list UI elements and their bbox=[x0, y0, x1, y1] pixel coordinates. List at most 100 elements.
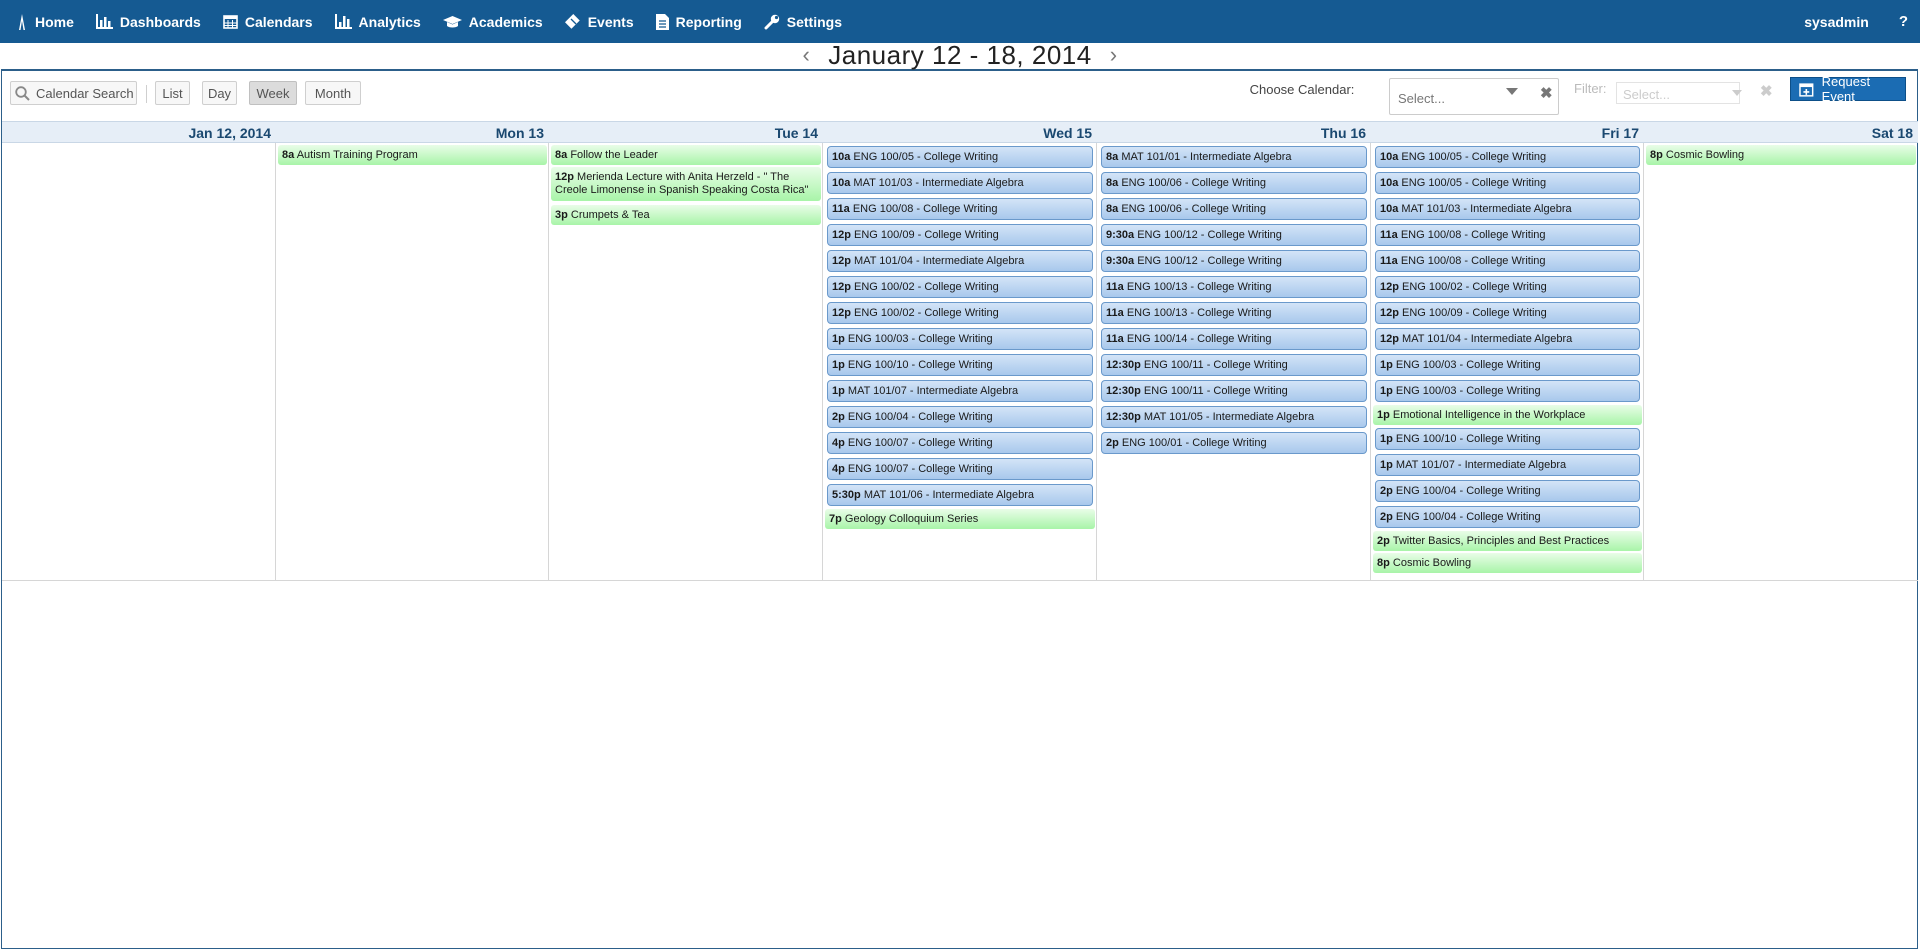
help-icon[interactable]: ? bbox=[1899, 13, 1908, 30]
day-header[interactable]: Tue 14 bbox=[549, 122, 823, 144]
calendar-event[interactable]: 12p ENG 100/09 - College Writing bbox=[1375, 302, 1640, 324]
calendar-event[interactable]: 4p ENG 100/07 - College Writing bbox=[827, 432, 1093, 454]
calendar-event[interactable]: 2p ENG 100/04 - College Writing bbox=[827, 406, 1093, 428]
document-icon bbox=[655, 13, 669, 30]
calendar-event[interactable]: 1p Emotional Intelligence in the Workpla… bbox=[1373, 405, 1642, 425]
week-calendar: Jan 12, 2014 Mon 13 Tue 14 Wed 15 Thu 16 Fri … bbox=[2, 121, 1918, 580]
calendar-event[interactable]: 8a Follow the Leader bbox=[551, 145, 821, 165]
view-list-button[interactable]: List bbox=[155, 81, 190, 105]
user-menu[interactable]: sysadmin bbox=[1804, 14, 1869, 30]
nav-events[interactable]: Events bbox=[554, 0, 645, 43]
calendar-event[interactable]: 1p ENG 100/03 - College Writing bbox=[1375, 354, 1640, 376]
nav-dashboards-label: Dashboards bbox=[119, 13, 201, 30]
event-time: 8p bbox=[1650, 149, 1663, 161]
calendar-event[interactable]: 1p ENG 100/03 - College Writing bbox=[1375, 380, 1640, 402]
event-title: ENG 100/07 - College Writing bbox=[847, 463, 993, 475]
filter-select[interactable]: Select... bbox=[1616, 82, 1742, 104]
event-time: 1p bbox=[1380, 359, 1393, 371]
calendar-event[interactable]: 12p MAT 101/04 - Intermediate Algebra bbox=[1375, 328, 1640, 350]
nav-analytics[interactable]: Analytics bbox=[324, 0, 432, 43]
calendar-event[interactable]: 12p ENG 100/09 - College Writing bbox=[827, 224, 1093, 246]
calendar-event[interactable]: 4p ENG 100/07 - College Writing bbox=[827, 458, 1093, 480]
calendar-event[interactable]: 8a ENG 100/06 - College Writing bbox=[1101, 172, 1367, 194]
calendar-event[interactable]: 11a ENG 100/14 - College Writing bbox=[1101, 328, 1367, 350]
nav-calendars-label: Calendars bbox=[244, 13, 313, 30]
calendar-event[interactable]: 11a ENG 100/08 - College Writing bbox=[1375, 224, 1640, 246]
calendar-event[interactable]: 11a ENG 100/13 - College Writing bbox=[1101, 276, 1367, 298]
calendar-event[interactable]: 10a MAT 101/03 - Intermediate Algebra bbox=[1375, 198, 1640, 220]
calendar-event[interactable]: 12p ENG 100/02 - College Writing bbox=[827, 302, 1093, 324]
view-month-button[interactable]: Month bbox=[305, 81, 361, 105]
day-column[interactable]: 8a Follow the Leader 12p Merienda Lecture… bbox=[549, 143, 823, 580]
day-column[interactable]: 8a MAT 101/01 - Intermediate Algebra 8a E… bbox=[1097, 143, 1371, 580]
calendar-event[interactable]: 11a ENG 100/08 - College Writing bbox=[827, 198, 1093, 220]
calendar-event[interactable]: 1p ENG 100/10 - College Writing bbox=[827, 354, 1093, 376]
next-week-button[interactable]: › bbox=[1110, 42, 1118, 67]
calendar-event[interactable]: 1p ENG 100/10 - College Writing bbox=[1375, 428, 1640, 450]
calendar-plus-icon bbox=[1799, 82, 1814, 97]
calendar-event[interactable]: 12:30p ENG 100/11 - College Writing bbox=[1101, 354, 1367, 376]
day-header[interactable]: Wed 15 bbox=[823, 122, 1097, 144]
calendar-event[interactable]: 9:30a ENG 100/12 - College Writing bbox=[1101, 224, 1367, 246]
chevron-down-icon bbox=[1506, 88, 1518, 95]
calendar-event[interactable]: 9:30a ENG 100/12 - College Writing bbox=[1101, 250, 1367, 272]
nav-academics[interactable]: Academics bbox=[432, 0, 554, 43]
clear-filter-icon[interactable]: ✖ bbox=[1760, 82, 1773, 100]
day-header[interactable]: Jan 12, 2014 bbox=[2, 122, 276, 144]
graduation-cap-icon bbox=[442, 15, 462, 27]
clear-calendar-icon[interactable]: ✖ bbox=[1540, 84, 1553, 102]
nav-reporting[interactable]: Reporting bbox=[645, 0, 753, 43]
event-time: 8a bbox=[1106, 177, 1119, 189]
calendar-event[interactable]: 8a ENG 100/06 - College Writing bbox=[1101, 198, 1367, 220]
calendar-event[interactable]: 12p MAT 101/04 - Intermediate Algebra bbox=[827, 250, 1093, 272]
calendar-event[interactable]: 10a ENG 100/05 - College Writing bbox=[1375, 146, 1640, 168]
nav-calendars[interactable]: Calendars bbox=[212, 0, 324, 43]
calendar-event[interactable]: 8p Cosmic Bowling bbox=[1646, 145, 1916, 165]
day-header[interactable]: Mon 13 bbox=[276, 122, 549, 144]
event-title: MAT 101/07 - Intermediate Algebra bbox=[1395, 459, 1567, 471]
calendar-event[interactable]: 1p ENG 100/03 - College Writing bbox=[827, 328, 1093, 350]
calendar-event[interactable]: 1p MAT 101/07 - Intermediate Algebra bbox=[1375, 454, 1640, 476]
calendar-event[interactable]: 12p Merienda Lecture with Anita Herzeld … bbox=[551, 167, 821, 201]
calendar-event[interactable]: 10a ENG 100/05 - College Writing bbox=[827, 146, 1093, 168]
calendar-bottom-border bbox=[2, 580, 1918, 581]
view-day-button[interactable]: Day bbox=[202, 81, 237, 105]
calendar-event[interactable]: 12:30p ENG 100/11 - College Writing bbox=[1101, 380, 1367, 402]
calendar-event[interactable]: 2p ENG 100/04 - College Writing bbox=[1375, 506, 1640, 528]
calendar-event[interactable]: 11a ENG 100/13 - College Writing bbox=[1101, 302, 1367, 324]
day-column[interactable]: 8a Autism Training Program bbox=[276, 143, 549, 580]
nav-home[interactable]: Home bbox=[0, 0, 85, 43]
nav-settings[interactable]: Settings bbox=[753, 0, 853, 43]
calendar-event[interactable]: 3p Crumpets & Tea bbox=[551, 205, 821, 225]
calendar-event[interactable]: 7p Geology Colloquium Series bbox=[825, 509, 1095, 529]
calendar-event[interactable]: 10a ENG 100/05 - College Writing bbox=[1375, 172, 1640, 194]
calendar-search-button[interactable]: Calendar Search bbox=[10, 81, 137, 105]
day-header[interactable]: Fri 17 bbox=[1371, 122, 1644, 144]
prev-week-button[interactable]: ‹ bbox=[802, 42, 810, 67]
calendar-event[interactable]: 8a MAT 101/01 - Intermediate Algebra bbox=[1101, 146, 1367, 168]
event-time: 10a bbox=[1380, 177, 1399, 189]
nav-dashboards[interactable]: Dashboards bbox=[85, 0, 212, 43]
calendar-event[interactable]: 12:30p MAT 101/05 - Intermediate Algebra bbox=[1101, 406, 1367, 428]
calendar-event[interactable]: 2p Twitter Basics, Principles and Best P… bbox=[1373, 531, 1642, 551]
day-column[interactable]: 8p Cosmic Bowling bbox=[1644, 143, 1918, 580]
calendar-event[interactable]: 10a MAT 101/03 - Intermediate Algebra bbox=[827, 172, 1093, 194]
event-title: ENG 100/04 - College Writing bbox=[1395, 485, 1541, 497]
view-week-button[interactable]: Week bbox=[249, 81, 297, 105]
day-column[interactable]: 10a ENG 100/05 - College Writing 10a MAT … bbox=[823, 143, 1097, 580]
calendar-event[interactable]: 1p MAT 101/07 - Intermediate Algebra bbox=[827, 380, 1093, 402]
day-header[interactable]: Thu 16 bbox=[1097, 122, 1371, 144]
day-header[interactable]: Sat 18 bbox=[1644, 122, 1918, 144]
calendar-event[interactable]: 2p ENG 100/04 - College Writing bbox=[1375, 480, 1640, 502]
day-column[interactable]: 10a ENG 100/05 - College Writing 10a ENG … bbox=[1371, 143, 1644, 580]
choose-calendar-select[interactable]: Select... ✖ bbox=[1389, 78, 1559, 115]
calendar-event[interactable]: 8a Autism Training Program bbox=[278, 145, 547, 165]
day-column[interactable] bbox=[2, 143, 276, 580]
request-event-button[interactable]: Request Event bbox=[1790, 74, 1906, 104]
calendar-event[interactable]: 8p Cosmic Bowling bbox=[1373, 553, 1642, 573]
calendar-event[interactable]: 11a ENG 100/08 - College Writing bbox=[1375, 250, 1640, 272]
calendar-event[interactable]: 12p ENG 100/02 - College Writing bbox=[827, 276, 1093, 298]
calendar-event[interactable]: 5:30p MAT 101/06 - Intermediate Algebra bbox=[827, 484, 1093, 506]
calendar-event[interactable]: 12p ENG 100/02 - College Writing bbox=[1375, 276, 1640, 298]
calendar-event[interactable]: 2p ENG 100/01 - College Writing bbox=[1101, 432, 1367, 454]
